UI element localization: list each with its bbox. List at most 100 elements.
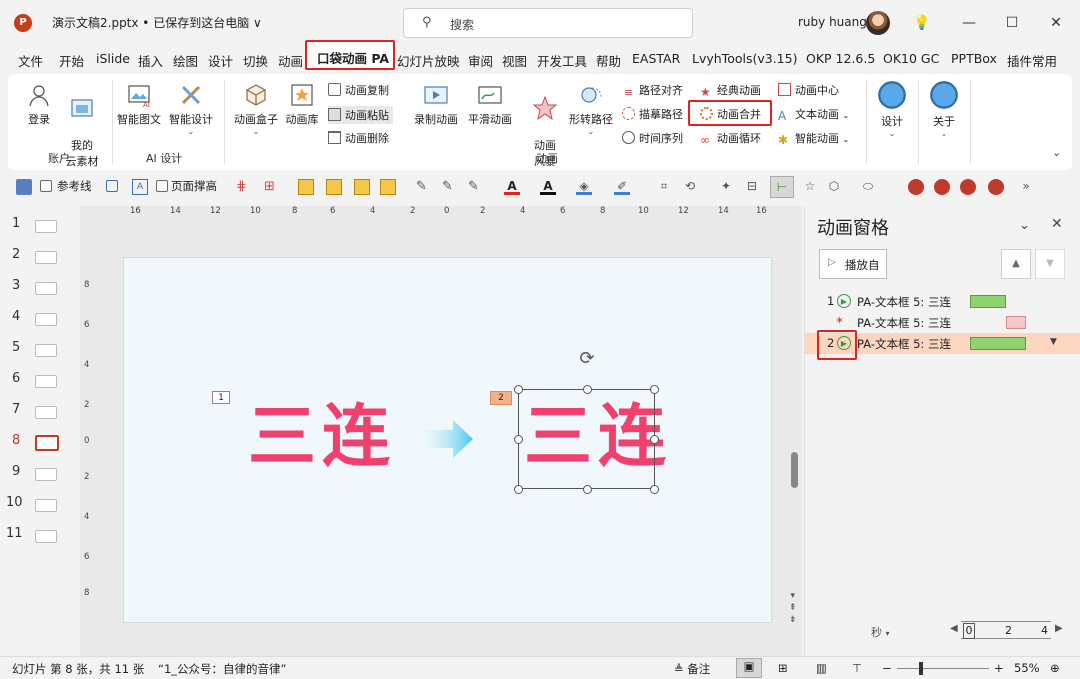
crop-icon[interactable]: ⌗ — [656, 179, 672, 195]
timeline-scale[interactable]: 0 2 4 — [961, 621, 1051, 639]
tab-okp[interactable]: OKP 12.6.5 — [806, 51, 875, 66]
path-align-button[interactable]: ≡ 路径对齐 — [622, 82, 683, 99]
trace-path-button[interactable]: 描摹路径 — [622, 106, 683, 122]
align-center-icon[interactable]: ⊟ — [744, 179, 760, 195]
tab-plugins[interactable]: 插件常用 — [1007, 51, 1057, 70]
smart-image-button[interactable]: AI 智能图文 — [116, 82, 162, 127]
rotate-icon[interactable]: ⟲ — [682, 179, 698, 195]
animation-row[interactable]: 1 ▶ PA-文本框 5: 三连 — [805, 291, 1080, 312]
resize-handle[interactable] — [650, 385, 659, 394]
reading-view-button[interactable]: ▥ — [816, 661, 827, 675]
animation-center-button[interactable]: 动画中心 — [778, 82, 839, 98]
tab-pptbox[interactable]: PPTBox — [951, 51, 997, 66]
anim-timing-bar[interactable] — [970, 337, 1026, 350]
fill-color-icon[interactable]: ◈ — [576, 179, 592, 195]
tab-design[interactable]: 设计 — [208, 51, 233, 70]
rotate-handle-icon[interactable]: ⟳ — [576, 348, 598, 370]
login-button[interactable]: 登录 — [22, 82, 56, 127]
align-active-icon[interactable]: ⊢ — [770, 176, 794, 198]
format-painter-icon[interactable]: ✦ — [718, 179, 734, 195]
tab-slideshow[interactable]: 幻灯片放映 — [397, 51, 460, 70]
resize-handle[interactable] — [650, 485, 659, 494]
tab-view[interactable]: 视图 — [502, 51, 527, 70]
zoom-out-button[interactable]: − — [882, 661, 892, 675]
record-animation-button[interactable]: 录制动画 — [408, 82, 464, 127]
red-ball-icon[interactable] — [908, 179, 924, 195]
resize-handle[interactable] — [514, 435, 523, 444]
shape-arrange-icon[interactable] — [326, 179, 342, 195]
resize-handle[interactable] — [514, 485, 523, 494]
chevron-down-icon[interactable]: ⌄ — [1019, 218, 1030, 233]
tab-pocket-animation-active[interactable]: 口袋动画 PA — [305, 40, 395, 70]
slide-text-left[interactable]: 三连 — [248, 404, 396, 472]
move-up-button[interactable]: ▲ — [1001, 249, 1031, 279]
slideshow-button[interactable]: ⊤ — [852, 661, 862, 675]
animation-box-button[interactable]: 动画盒子 ⌄ — [232, 82, 280, 136]
tab-eastar[interactable]: EASTAR — [632, 51, 680, 66]
slide-sorter-button[interactable]: ⊞ — [778, 661, 788, 675]
tab-review[interactable]: 审阅 — [468, 51, 493, 70]
about-button[interactable]: 关于 ⌄ — [926, 80, 962, 138]
avatar[interactable] — [866, 11, 890, 35]
shape-icon[interactable]: ⬡ — [826, 179, 842, 195]
maximize-button[interactable]: ☐ — [1000, 12, 1024, 34]
slide-thumb-active[interactable] — [35, 435, 59, 451]
shape-to-path-button[interactable]: 形转路径 ⌄ — [566, 82, 616, 136]
normal-view-button[interactable]: ▣ — [736, 658, 762, 678]
distribute-v-icon[interactable]: ⊞ — [264, 179, 280, 195]
guides-checkbox[interactable] — [40, 180, 52, 192]
zoom-slider-track[interactable] — [897, 668, 989, 669]
red-ball-4-icon[interactable] — [988, 179, 1004, 195]
anim-timing-bar[interactable] — [1006, 316, 1026, 329]
text-highlight-icon[interactable]: A — [540, 179, 556, 195]
document-title[interactable]: 演示文稿2.pptx • 已保存到这台电脑 ∨ — [52, 14, 262, 31]
tab-file[interactable]: 文件 — [18, 51, 43, 70]
font-color-icon[interactable]: A — [504, 179, 520, 195]
smooth-animation-button[interactable]: 平滑动画 — [462, 82, 518, 127]
selection-frame[interactable] — [514, 385, 659, 494]
distribute-icon[interactable]: ⋕ — [236, 179, 252, 195]
vertical-scrollbar-thumb[interactable] — [791, 452, 798, 488]
animation-paste-button[interactable]: 动画粘贴 — [328, 106, 393, 124]
eyedropper-icon[interactable]: ✎ — [416, 179, 432, 195]
tab-draw[interactable]: 绘图 — [173, 51, 198, 70]
resize-handle[interactable] — [583, 485, 592, 494]
tab-help[interactable]: 帮助 — [596, 51, 621, 70]
slide-thumb[interactable] — [35, 220, 57, 233]
notes-button[interactable]: ≜ 备注 — [674, 661, 710, 677]
resize-handle[interactable] — [650, 435, 659, 444]
animation-tag-2[interactable]: 2 — [490, 391, 512, 405]
anim-timing-bar[interactable] — [970, 295, 1006, 308]
tab-islide[interactable]: iSlide — [96, 51, 130, 66]
minimize-button[interactable]: — — [957, 12, 981, 34]
red-ball-3-icon[interactable] — [960, 179, 976, 195]
timeline-button[interactable]: 时间序列 — [622, 130, 683, 146]
square-icon[interactable] — [106, 180, 118, 192]
fit-to-window-icon[interactable]: ⊕ — [1050, 661, 1060, 675]
animation-loop-button[interactable]: ∞ 动画循环 — [700, 130, 761, 147]
star-icon[interactable]: ☆ — [802, 179, 818, 195]
slide-thumb[interactable] — [35, 468, 57, 481]
text-animation-button[interactable]: A 文本动画 ⌄ — [778, 106, 849, 123]
slide-thumb[interactable] — [35, 406, 57, 419]
move-down-button[interactable]: ▼ — [1035, 249, 1065, 279]
zoom-level[interactable]: 55% — [1014, 661, 1040, 675]
play-from-button[interactable]: ▷ 播放自 — [819, 249, 887, 279]
zoom-in-button[interactable]: + — [994, 661, 1004, 675]
save-icon[interactable] — [16, 179, 32, 195]
textbox-icon[interactable]: A — [132, 179, 148, 195]
slide-thumb[interactable] — [35, 282, 57, 295]
timeline-next-icon[interactable]: ▶ — [1055, 623, 1063, 634]
slide-thumb[interactable] — [35, 375, 57, 388]
classic-animation-button[interactable]: ★ 经典动画 — [700, 82, 761, 99]
smart-design-button[interactable]: 智能设计 ⌄ — [168, 82, 214, 136]
resize-handle[interactable] — [514, 385, 523, 394]
tab-animations[interactable]: 动画 — [278, 51, 303, 70]
red-ball-2-icon[interactable] — [934, 179, 950, 195]
shape-copy-icon[interactable] — [298, 179, 314, 195]
close-icon[interactable]: ✕ — [1051, 216, 1063, 232]
tab-developer[interactable]: 开发工具 — [537, 51, 587, 70]
shape-fill-icon[interactable] — [354, 179, 370, 195]
lightbulb-icon[interactable]: 💡 — [910, 12, 934, 34]
animation-tag-1[interactable]: 1 — [212, 391, 230, 404]
